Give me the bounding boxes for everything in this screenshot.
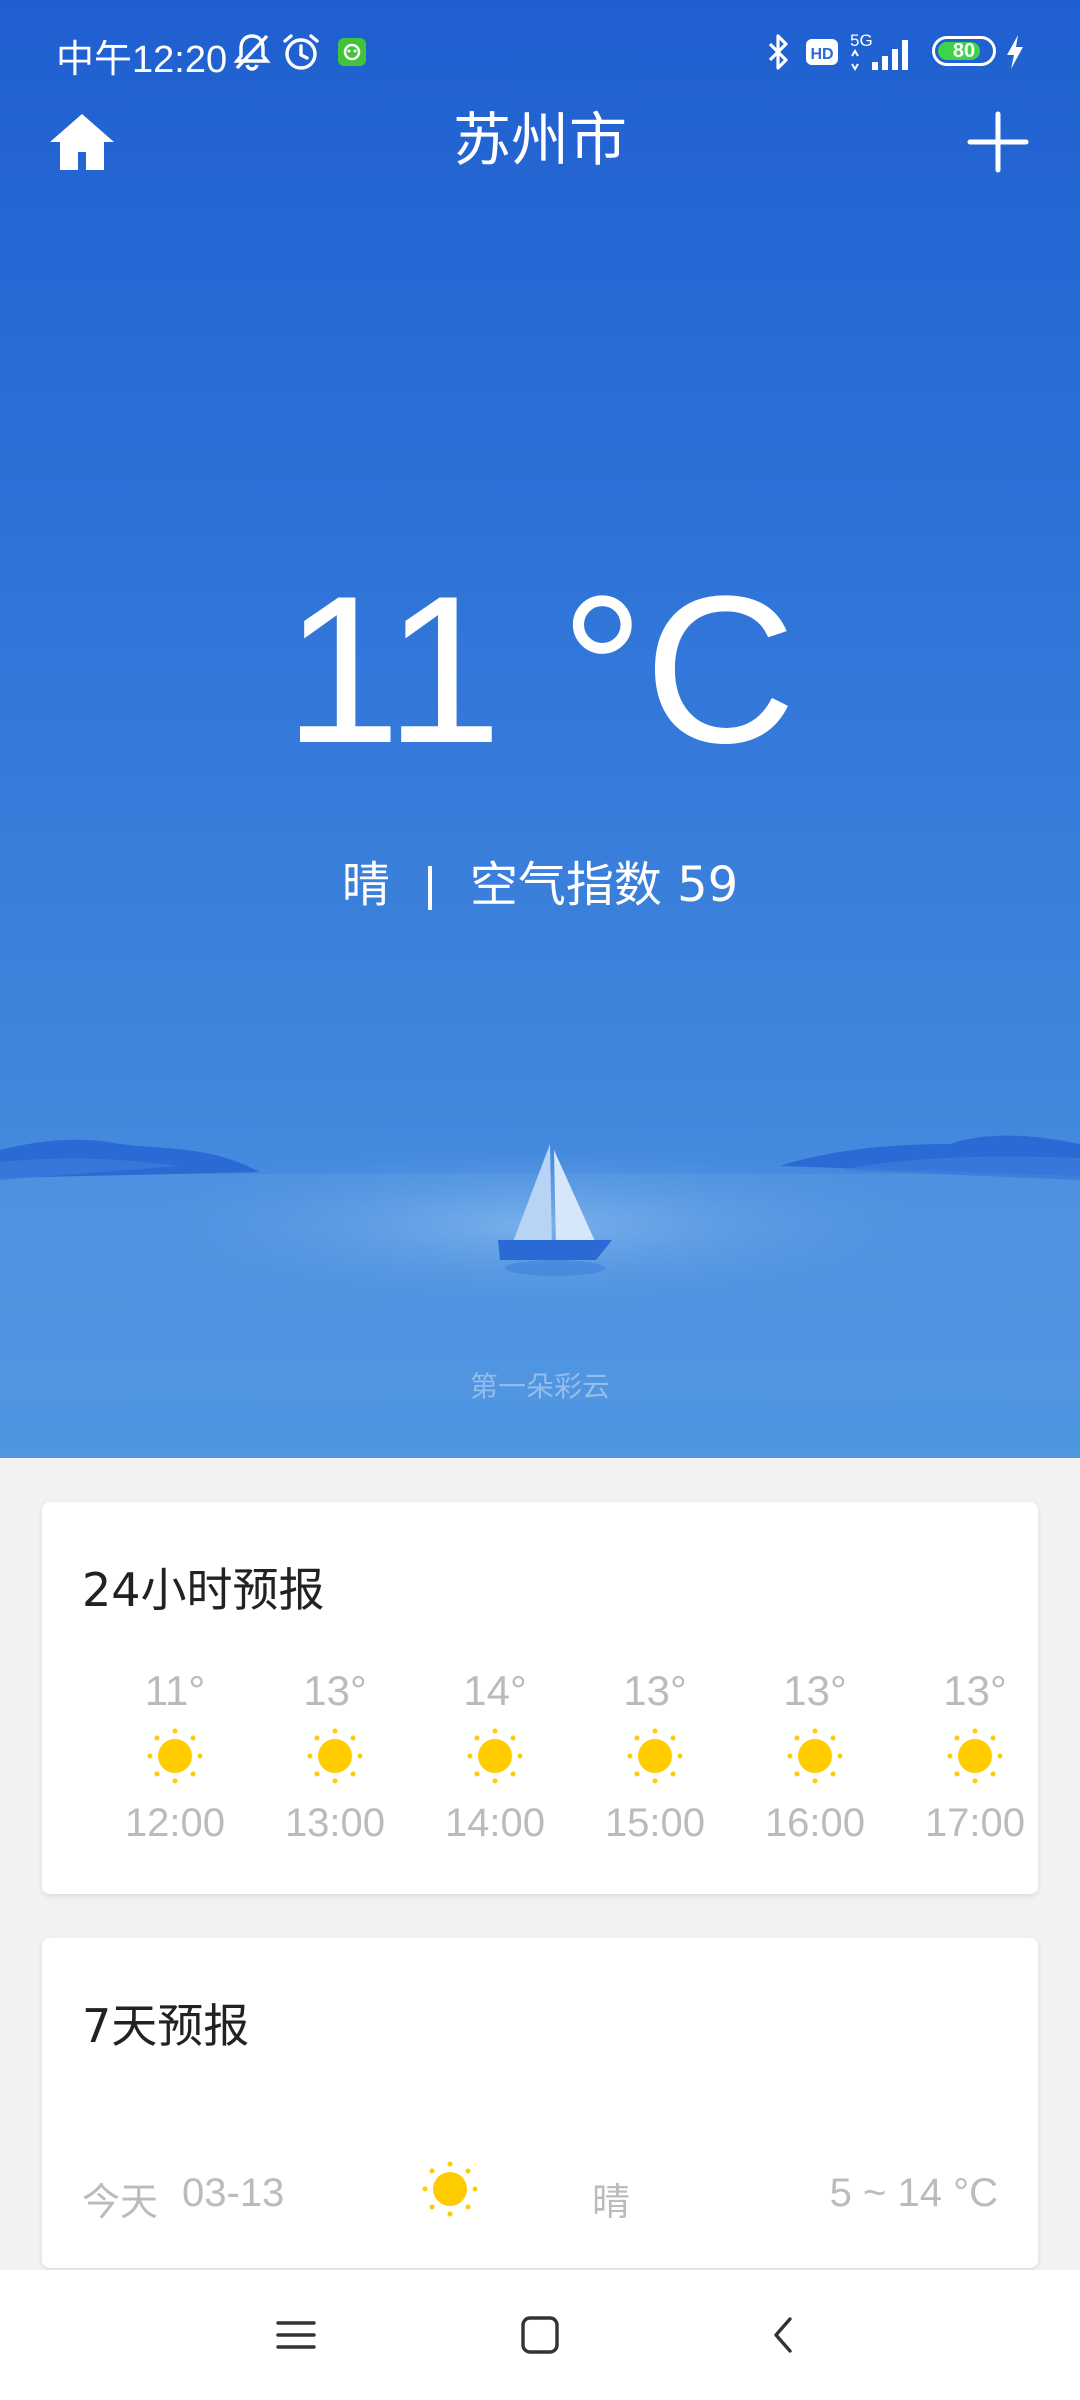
back-icon: [774, 2317, 792, 2353]
signal-5g-icon: 5G: [848, 30, 918, 74]
day-temp-range: 5 ~ 14 °C: [829, 2171, 998, 2215]
home-square-icon: [521, 2316, 559, 2354]
forecast-24h-card: 24小时预报 11° 12:00 13° 13:00 14° 14:00 13°…: [42, 1502, 1038, 1894]
hour-time: 13:00: [284, 1801, 386, 1845]
hour-item: 13° 16:00: [735, 1664, 895, 1850]
recent-apps-button[interactable]: [256, 2300, 336, 2370]
hour-temp: 11°: [144, 1667, 206, 1714]
hour-temp: 13°: [943, 1667, 1007, 1714]
svg-text:HD: HD: [810, 46, 833, 63]
hour-time: 17:00: [924, 1801, 1026, 1845]
hour-item: 13° 17:00: [895, 1664, 1055, 1850]
forecast-24h-title: 24小时预报: [82, 1563, 325, 1617]
app-notification-icon: [334, 30, 370, 74]
brand-watermark: 第一朵彩云: [469, 1370, 610, 1403]
sun-icon: [422, 2161, 478, 2217]
bluetooth-icon: [762, 30, 796, 74]
sun-icon: [787, 1728, 843, 1784]
sun-icon: [467, 1728, 523, 1784]
day-condition: 晴: [592, 2180, 631, 2224]
day-label: 今天: [82, 2180, 159, 2224]
battery-level: 80: [952, 39, 976, 62]
hour-temp: 14°: [463, 1667, 527, 1714]
hour-time: 16:00: [764, 1801, 866, 1845]
svg-text:5G: 5G: [850, 31, 873, 50]
status-time: 中午12:20: [56, 39, 228, 81]
hour-temp: 13°: [783, 1667, 847, 1714]
weather-hero: 中午12:20 HD 5G 80 苏州市 11 °C 晴 空气指数 59 第一朵…: [0, 0, 1080, 1458]
sun-icon: [147, 1728, 203, 1784]
current-temperature: 11 °C: [284, 552, 796, 787]
sun-icon: [947, 1728, 1003, 1784]
top-app-bar: 苏州市: [0, 100, 1080, 220]
sailboat-scene: [0, 1135, 1080, 1400]
system-nav-bar: [0, 2270, 1080, 2400]
status-bar: 中午12:20 HD 5G 80: [0, 0, 1080, 100]
sun-icon: [307, 1728, 363, 1784]
air-quality-index: 空气指数 59: [469, 857, 739, 913]
hour-item: 13° 15:00: [575, 1664, 735, 1850]
current-condition: 晴: [341, 857, 390, 913]
back-button[interactable]: [744, 2300, 824, 2370]
charging-icon: [1000, 30, 1030, 74]
plus-icon: [967, 111, 1029, 173]
sun-icon: [627, 1728, 683, 1784]
day-date: 03-13: [182, 2171, 285, 2215]
hour-time: 14:00: [444, 1801, 546, 1845]
add-city-button[interactable]: [960, 104, 1036, 180]
menu-icon: [276, 2321, 316, 2349]
home-nav-button[interactable]: [500, 2300, 580, 2370]
bell-off-icon: [230, 30, 274, 74]
battery-icon: 80: [932, 36, 996, 66]
hour-temp: 13°: [303, 1667, 367, 1714]
hour-time: 15:00: [604, 1801, 706, 1845]
condition-divider: [427, 866, 432, 910]
hourly-list: 11° 12:00 13° 13:00 14° 14:00 13° 15:00 …: [42, 1664, 1038, 1864]
current-condition-line: 晴 空气指数 59: [0, 850, 1080, 920]
alarm-clock-icon: [278, 30, 324, 74]
city-title: 苏州市: [452, 106, 627, 174]
hour-item: 13° 13:00: [255, 1664, 415, 1850]
hd-icon: HD: [804, 30, 840, 74]
day-row[interactable]: 今天 03-13 晴 5 ~ 14 °C: [42, 2153, 1038, 2233]
hour-temp: 13°: [623, 1667, 687, 1714]
hour-item: 11° 12:00: [95, 1664, 255, 1850]
forecast-7d-title: 7天预报: [82, 1999, 250, 2053]
forecast-7d-card: 7天预报 今天 03-13 晴 5 ~ 14 °C: [42, 1938, 1038, 2268]
hour-time: 12:00: [124, 1801, 226, 1845]
hour-item: 14° 14:00: [415, 1664, 575, 1850]
